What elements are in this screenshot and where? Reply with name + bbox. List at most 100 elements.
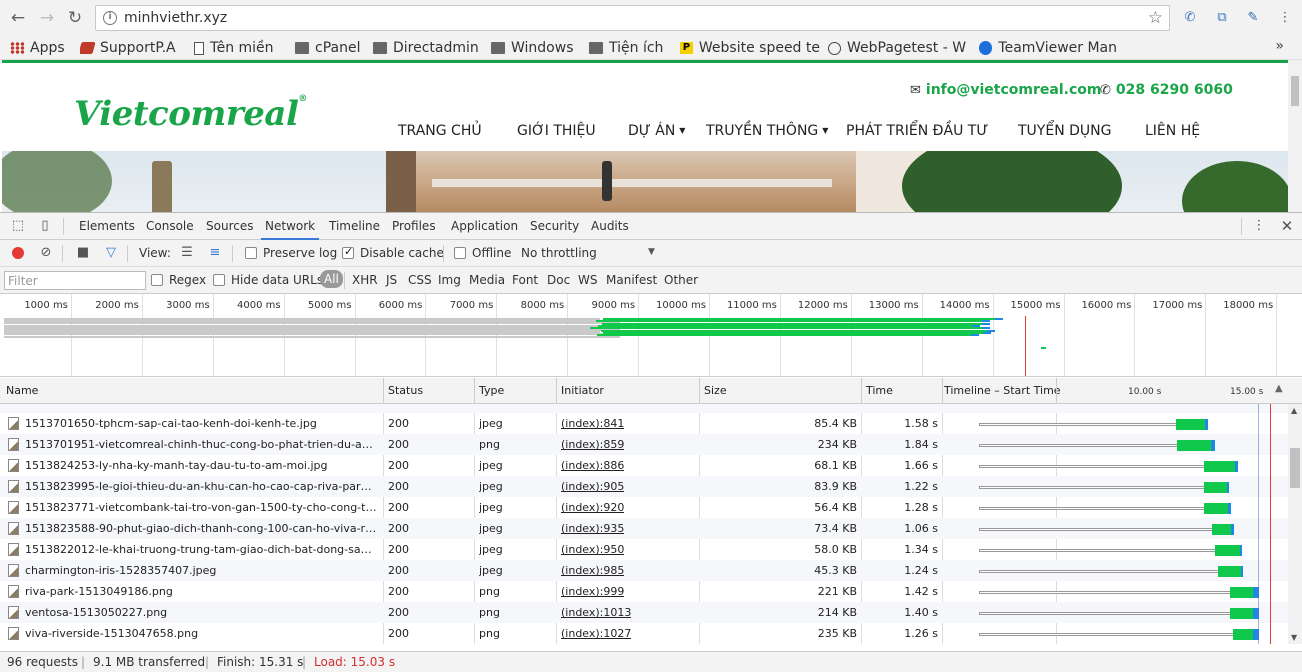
- offline-label[interactable]: Offline: [472, 246, 511, 260]
- translate-extension-icon[interactable]: ✆: [1181, 9, 1199, 27]
- bookmark-cpanel[interactable]: cPanel: [295, 38, 360, 58]
- request-name[interactable]: ventosa-1513050227.png: [25, 606, 377, 619]
- request-initiator-link[interactable]: (index):950: [561, 543, 624, 556]
- tab-profiles[interactable]: Profiles: [392, 219, 436, 233]
- request-initiator-link[interactable]: (index):935: [561, 522, 624, 535]
- close-devtools-icon[interactable]: ✕: [1279, 218, 1295, 234]
- tab-sources[interactable]: Sources: [206, 219, 253, 233]
- request-initiator-link[interactable]: (index):841: [561, 417, 624, 430]
- filter-funnel-icon[interactable]: ▽: [103, 245, 119, 261]
- bookmark-tien-ich[interactable]: Tiện ích: [589, 38, 663, 58]
- capture-screenshots-icon[interactable]: ■: [75, 245, 91, 261]
- bookmark-website-speed[interactable]: P Website speed te: [680, 38, 820, 58]
- request-name[interactable]: 1513701650-tphcm-sap-cai-tao-kenh-doi-ke…: [25, 417, 377, 430]
- disable-cache-checkbox[interactable]: [342, 245, 354, 259]
- table-row[interactable]: 1513701951-vietcomreal-chinh-thuc-cong-b…: [0, 434, 1288, 455]
- request-name[interactable]: viva-riverside-1513047658.png: [25, 627, 377, 640]
- bookmark-teamviewer[interactable]: TeamViewer Man: [979, 38, 1117, 58]
- contact-email[interactable]: ✉ info@vietcomreal.com: [910, 82, 1101, 98]
- scrollbar-thumb[interactable]: [1290, 448, 1300, 488]
- clear-icon[interactable]: ⊘: [38, 245, 54, 261]
- type-filter-manifest[interactable]: Manifest: [606, 273, 657, 287]
- request-name[interactable]: charmington-iris-1528357407.jpeg: [25, 564, 377, 577]
- bookmark-webpagetest[interactable]: WebPagetest - W: [828, 38, 968, 58]
- column-timeline[interactable]: Timeline – Start Time: [944, 384, 1061, 397]
- table-row[interactable]: riva-park-1513049186.png 200 png (index):99…: [0, 581, 1288, 602]
- request-name[interactable]: 1513823588-90-phut-giao-dich-thanh-cong-…: [25, 522, 377, 535]
- request-initiator-link[interactable]: (index):999: [561, 585, 624, 598]
- type-filter-css[interactable]: CSS: [408, 273, 432, 287]
- column-initiator[interactable]: Initiator: [561, 384, 604, 397]
- back-arrow-icon[interactable]: ←: [8, 8, 28, 28]
- request-initiator-link[interactable]: (index):905: [561, 480, 624, 493]
- request-initiator-link[interactable]: (index):886: [561, 459, 624, 472]
- table-row[interactable]: ventosa-1513050227.png 200 png (index):1013…: [0, 602, 1288, 623]
- bookmark-ten-mien[interactable]: Tên miền: [194, 38, 274, 58]
- info-icon[interactable]: i: [103, 11, 117, 25]
- network-overview[interactable]: 1000 ms 2000 ms 3000 ms 4000 ms 5000 ms 6000 …: [0, 294, 1302, 377]
- tab-application[interactable]: Application: [451, 219, 518, 233]
- request-name[interactable]: riva-park-1513049186.png: [25, 585, 377, 598]
- type-filter-media[interactable]: Media: [469, 273, 505, 287]
- offline-checkbox[interactable]: [454, 247, 466, 259]
- menu-gioi-thieu[interactable]: GIỚI THIỆU: [517, 123, 596, 139]
- request-initiator-link[interactable]: (index):1013: [561, 606, 631, 619]
- requests-scrollbar[interactable]: ▲ ▼: [1288, 404, 1302, 644]
- throttling-select[interactable]: No throttling ▼: [521, 246, 661, 260]
- contact-phone[interactable]: ✆ 028 6290 6060: [1100, 82, 1233, 98]
- forward-arrow-icon[interactable]: →: [37, 8, 57, 28]
- preserve-log-checkbox[interactable]: [245, 247, 257, 259]
- type-filter-js[interactable]: JS: [386, 273, 397, 287]
- column-type[interactable]: Type: [479, 384, 504, 397]
- column-size[interactable]: Size: [704, 384, 727, 397]
- reload-icon[interactable]: ↻: [65, 8, 85, 28]
- request-initiator-link[interactable]: (index):859: [561, 438, 624, 451]
- request-name[interactable]: 1513823771-vietcombank-tai-tro-von-gan-1…: [25, 501, 377, 514]
- request-name[interactable]: 1513824253-ly-nha-ky-manh-tay-dau-tu-to-…: [25, 459, 377, 472]
- bookmark-windows[interactable]: Windows: [491, 38, 574, 58]
- menu-truyen-thong[interactable]: TRUYỀN THÔNG ▼: [706, 123, 828, 139]
- scroll-up-arrow-icon[interactable]: ▲: [1291, 406, 1297, 415]
- table-row[interactable]: viva-riverside-1513047658.png 200 png (inde…: [0, 623, 1288, 644]
- table-row[interactable]: 1513824253-ly-nha-ky-manh-tay-dau-tu-to-…: [0, 455, 1288, 476]
- column-time[interactable]: Time: [866, 384, 893, 397]
- inspect-element-icon[interactable]: ⬚: [10, 218, 26, 234]
- devtools-menu-icon[interactable]: ⋮: [1251, 218, 1267, 234]
- tab-timeline[interactable]: Timeline: [329, 219, 380, 233]
- regex-label[interactable]: Regex: [169, 273, 206, 287]
- site-logo[interactable]: Vietcomreal®: [74, 94, 307, 134]
- request-initiator-link[interactable]: (index):985: [561, 564, 624, 577]
- column-name[interactable]: Name: [6, 384, 38, 397]
- menu-trang-chu[interactable]: TRANG CHỦ: [398, 123, 482, 139]
- page-scrollbar[interactable]: [1288, 60, 1302, 212]
- preserve-log-label[interactable]: Preserve log: [263, 246, 337, 260]
- filter-input[interactable]: Filter: [4, 271, 146, 290]
- hide-data-urls-label[interactable]: Hide data URLs: [231, 273, 323, 287]
- tab-console[interactable]: Console: [146, 219, 194, 233]
- request-name[interactable]: 1513822012-le-khai-truong-trung-tam-giao…: [25, 543, 377, 556]
- email-text[interactable]: info@vietcomreal.com: [926, 82, 1102, 98]
- url-text[interactable]: minhviethr.xyz: [124, 10, 227, 26]
- table-row[interactable]: 1513701650-tphcm-sap-cai-tao-kenh-doi-ke…: [0, 413, 1288, 434]
- scrollbar-thumb[interactable]: [1291, 76, 1299, 106]
- address-bar[interactable]: i minhviethr.xyz ☆: [95, 5, 1170, 31]
- bookmarks-overflow-icon[interactable]: »: [1275, 38, 1284, 54]
- table-row[interactable]: 1513823995-le-gioi-thieu-du-an-khu-can-h…: [0, 476, 1288, 497]
- table-row-partial[interactable]: [0, 404, 1288, 413]
- table-row[interactable]: 1513822012-le-khai-truong-trung-tam-giao…: [0, 539, 1288, 560]
- table-row[interactable]: 1513823771-vietcombank-tai-tro-von-gan-1…: [0, 497, 1288, 518]
- tab-audits[interactable]: Audits: [591, 219, 629, 233]
- type-filter-other[interactable]: Other: [664, 273, 698, 287]
- column-status[interactable]: Status: [388, 384, 423, 397]
- table-row[interactable]: charmington-iris-1528357407.jpeg 200 jpeg (…: [0, 560, 1288, 581]
- sort-arrow-icon[interactable]: ▲: [1275, 383, 1283, 394]
- request-name[interactable]: 1513701951-vietcomreal-chinh-thuc-cong-b…: [25, 438, 377, 451]
- request-name[interactable]: 1513823995-le-gioi-thieu-du-an-khu-can-h…: [25, 480, 377, 493]
- request-initiator-link[interactable]: (index):1027: [561, 627, 631, 640]
- bookmark-directadmin[interactable]: Directadmin: [373, 38, 479, 58]
- waterfall-view-icon[interactable]: ≡: [207, 245, 223, 261]
- table-row[interactable]: 1513823588-90-phut-giao-dich-thanh-cong-…: [0, 518, 1288, 539]
- scroll-down-arrow-icon[interactable]: ▼: [1291, 633, 1297, 642]
- type-filter-doc[interactable]: Doc: [547, 273, 570, 287]
- bookmark-apps[interactable]: Apps: [10, 38, 65, 58]
